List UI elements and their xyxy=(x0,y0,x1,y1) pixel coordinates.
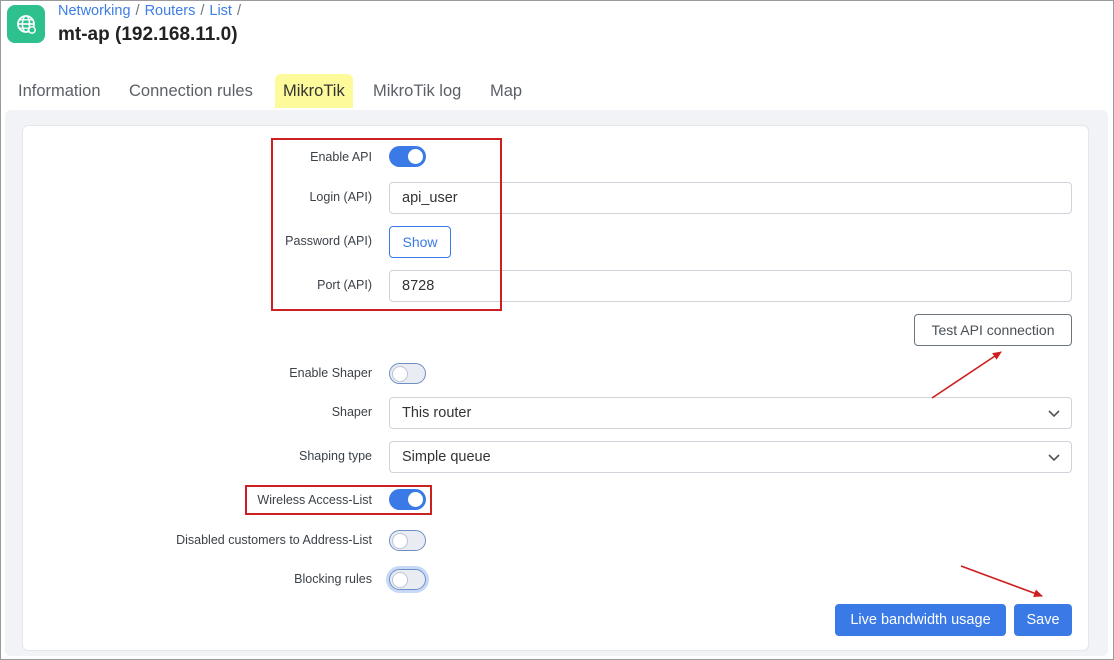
globe-icon xyxy=(17,15,36,34)
toggle-knob xyxy=(392,571,408,588)
chevron-down-icon xyxy=(1048,410,1060,418)
enable-api-label: Enable API xyxy=(310,150,372,164)
page-title: mt-ap (192.168.11.0) xyxy=(58,24,238,45)
login-api-input[interactable] xyxy=(389,182,1072,214)
shaping-type-label: Shaping type xyxy=(299,449,372,463)
shaping-type-select[interactable]: Simple queue xyxy=(389,441,1072,473)
port-api-input[interactable] xyxy=(389,270,1072,302)
breadcrumb-separator: / xyxy=(236,3,241,19)
save-button[interactable]: Save xyxy=(1014,604,1072,636)
blocking-rules-label: Blocking rules xyxy=(294,572,372,586)
enable-shaper-label: Enable Shaper xyxy=(289,366,372,380)
tab-map[interactable]: Map xyxy=(482,74,530,108)
tab-connection-rules[interactable]: Connection rules xyxy=(121,74,261,108)
wireless-access-list-toggle[interactable] xyxy=(389,489,426,510)
chevron-down-icon xyxy=(1048,454,1060,462)
toggle-knob xyxy=(392,532,408,549)
shaping-type-selected-value: Simple queue xyxy=(402,449,491,465)
toggle-knob xyxy=(408,149,423,164)
breadcrumb-networking[interactable]: Networking xyxy=(58,3,131,19)
toggle-knob xyxy=(392,365,408,382)
login-api-label: Login (API) xyxy=(309,190,372,204)
show-password-button[interactable]: Show xyxy=(389,226,451,258)
live-bandwidth-usage-button[interactable]: Live bandwidth usage xyxy=(835,604,1006,636)
breadcrumb-separator: / xyxy=(135,3,140,19)
password-api-label: Password (API) xyxy=(285,234,372,248)
app-globe-icon xyxy=(7,5,45,43)
breadcrumb-list[interactable]: List xyxy=(209,3,232,19)
disabled-customers-toggle[interactable] xyxy=(389,530,426,551)
breadcrumb-separator: / xyxy=(200,3,205,19)
enable-api-toggle[interactable] xyxy=(389,146,426,167)
shaper-label: Shaper xyxy=(331,405,372,419)
wireless-access-list-label: Wireless Access-List xyxy=(257,493,372,507)
tab-mikrotik-log[interactable]: MikroTik log xyxy=(365,74,469,108)
disabled-customers-label: Disabled customers to Address-List xyxy=(176,533,372,547)
tab-information[interactable]: Information xyxy=(10,74,109,108)
blocking-rules-toggle[interactable] xyxy=(389,569,426,590)
enable-shaper-toggle[interactable] xyxy=(389,363,426,384)
breadcrumb-routers[interactable]: Routers xyxy=(145,3,196,19)
test-api-connection-button[interactable]: Test API connection xyxy=(914,314,1072,346)
breadcrumb: Networking / Routers / List / xyxy=(58,3,246,19)
shaper-select[interactable]: This router xyxy=(389,397,1072,429)
shaper-selected-value: This router xyxy=(402,405,472,421)
toggle-knob xyxy=(408,492,423,507)
port-api-label: Port (API) xyxy=(317,278,372,292)
tab-mikrotik[interactable]: MikroTik xyxy=(275,74,353,108)
